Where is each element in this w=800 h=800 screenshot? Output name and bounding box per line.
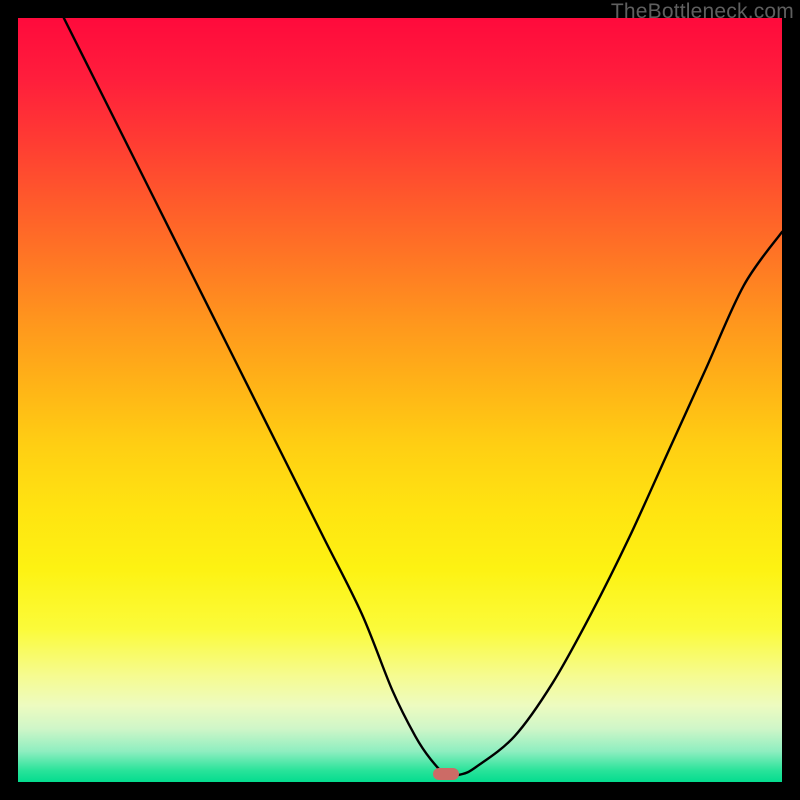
chart-frame: TheBottleneck.com [0,0,800,800]
bottleneck-curve [18,18,782,782]
optimal-marker [433,768,459,780]
watermark-text: TheBottleneck.com [611,0,794,24]
plot-area [18,18,782,782]
